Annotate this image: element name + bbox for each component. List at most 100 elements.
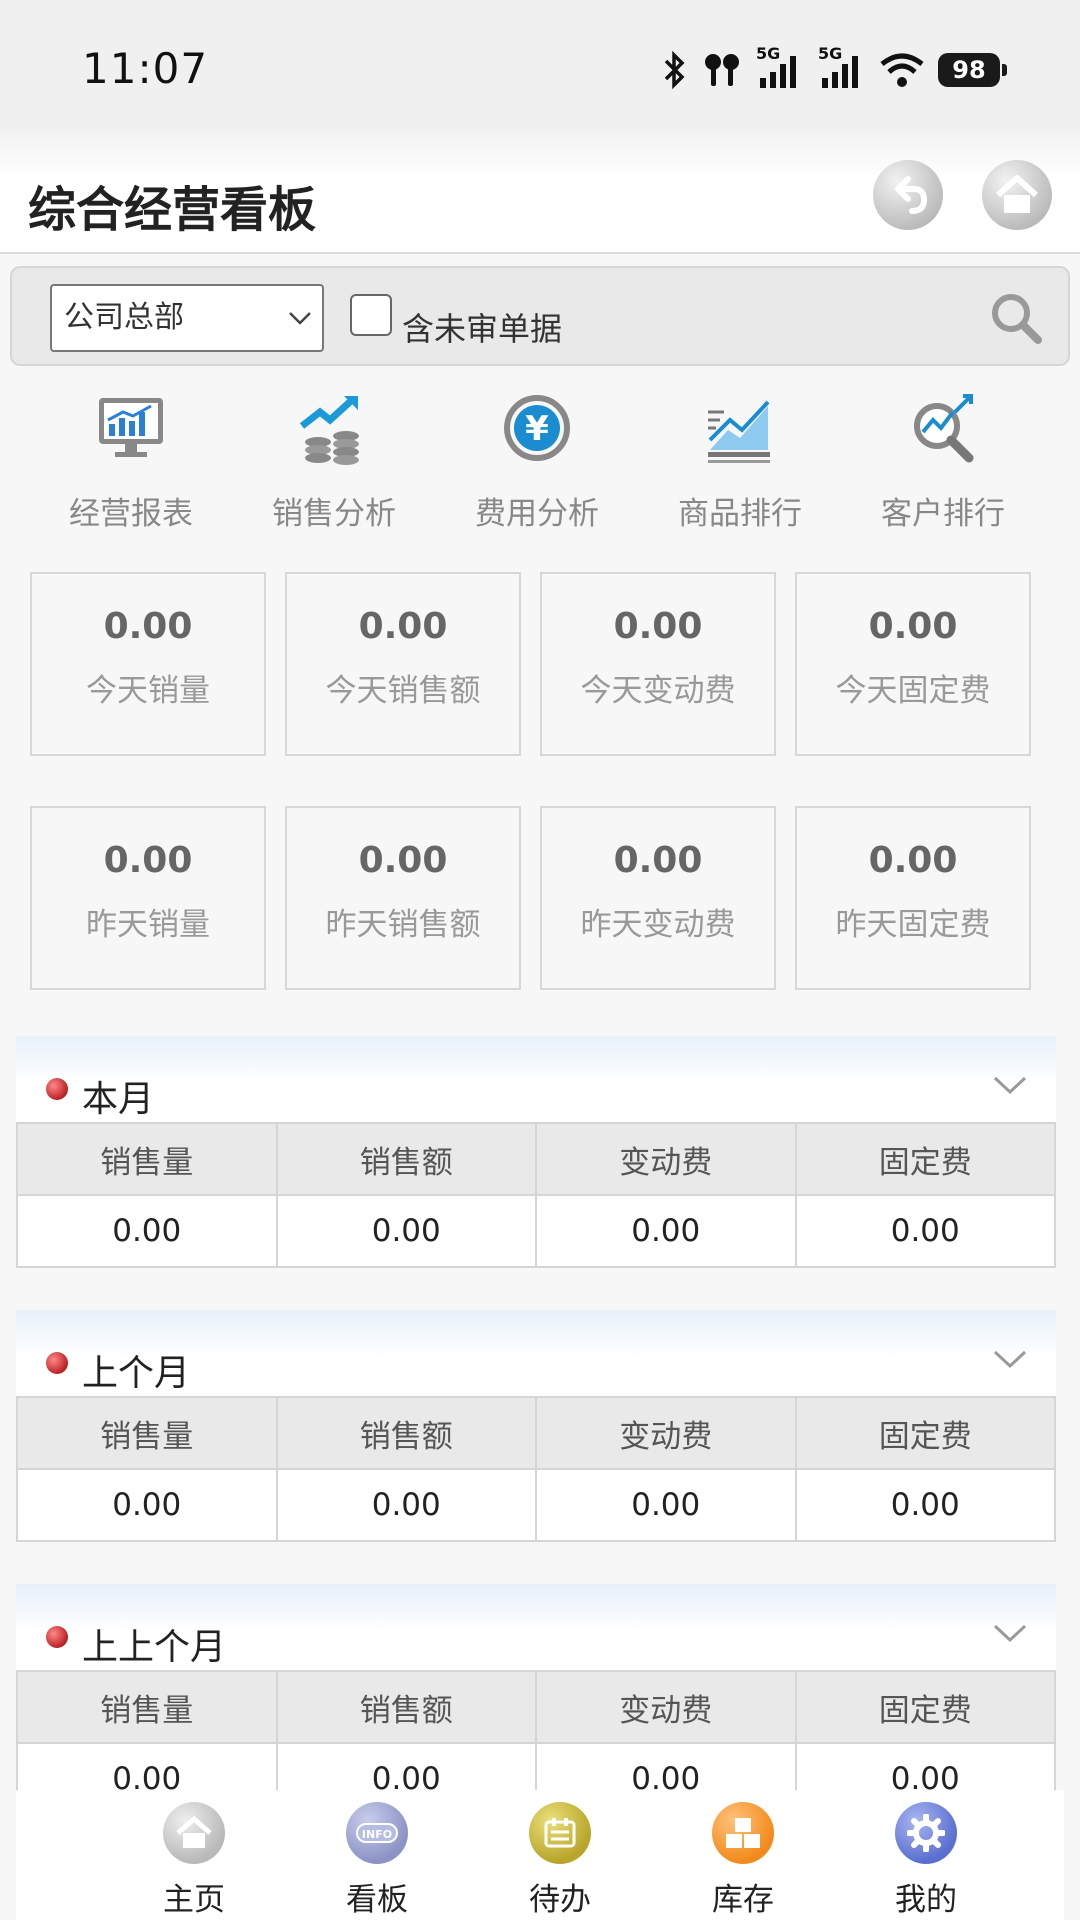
chevron-down-icon[interactable] bbox=[992, 1074, 1028, 1096]
table-cell: 0.00 bbox=[275, 1468, 537, 1542]
stat-value: 0.00 bbox=[868, 606, 958, 647]
stat-card-today-volume[interactable]: 0.00 今天销量 bbox=[30, 572, 266, 756]
column-header: 销售额 bbox=[275, 1122, 537, 1196]
quicknav-item-report[interactable]: 经营报表 bbox=[41, 390, 221, 533]
boxes-icon bbox=[712, 1802, 774, 1864]
stat-label: 今天销售额 bbox=[325, 673, 481, 709]
stat-value: 0.00 bbox=[868, 840, 958, 881]
info-icon: INFO bbox=[346, 1802, 408, 1864]
svg-text:INFO: INFO bbox=[362, 1828, 392, 1841]
bottom-nav-label: 主页 bbox=[163, 1882, 225, 1918]
monitor-chart-icon bbox=[93, 390, 169, 466]
bottom-nav: 主页 INFO 看板 待办 库存 我的 bbox=[16, 1790, 1064, 1920]
stat-card-today-fixed-cost[interactable]: 0.00 今天固定费 bbox=[795, 572, 1031, 756]
section-this-month: 本月 销售量 销售额 变动费 固定费 0.00 0.00 0.00 0.00 bbox=[16, 1036, 1056, 1268]
column-header: 变动费 bbox=[535, 1396, 797, 1470]
table-cell: 0.00 bbox=[16, 1194, 278, 1268]
signal-5g-label-2: 5G bbox=[818, 44, 843, 63]
stat-value: 0.00 bbox=[358, 840, 448, 881]
column-header: 固定费 bbox=[794, 1396, 1056, 1470]
stat-label: 昨天销量 bbox=[86, 907, 210, 943]
stat-card-yesterday-volume[interactable]: 0.00 昨天销量 bbox=[30, 806, 266, 990]
stat-card-today-sales[interactable]: 0.00 今天销售额 bbox=[285, 572, 521, 756]
yen-coin-icon: ¥ bbox=[499, 390, 575, 466]
stat-card-yesterday-variable-cost[interactable]: 0.00 昨天变动费 bbox=[540, 806, 776, 990]
stat-value: 0.00 bbox=[358, 606, 448, 647]
table-cell: 0.00 bbox=[794, 1194, 1056, 1268]
column-header: 销售量 bbox=[16, 1670, 278, 1744]
org-select-value: 公司总部 bbox=[64, 300, 184, 335]
chevron-down-icon[interactable] bbox=[992, 1622, 1028, 1644]
summary-table: 销售量 销售额 变动费 固定费 0.00 0.00 0.00 0.00 bbox=[16, 1122, 1056, 1268]
column-header: 固定费 bbox=[794, 1122, 1056, 1196]
summary-table: 销售量 销售额 变动费 固定费 0.00 0.00 0.00 0.00 bbox=[16, 1396, 1056, 1542]
section-header[interactable]: 上个月 bbox=[16, 1310, 1056, 1396]
stat-card-yesterday-fixed-cost[interactable]: 0.00 昨天固定费 bbox=[795, 806, 1031, 990]
column-header: 销售额 bbox=[275, 1396, 537, 1470]
org-select[interactable]: 公司总部 bbox=[50, 284, 324, 352]
bottom-nav-label: 库存 bbox=[712, 1882, 774, 1918]
stat-label: 今天变动费 bbox=[580, 673, 736, 709]
quicknav-label: 费用分析 bbox=[475, 496, 599, 532]
back-button[interactable] bbox=[873, 160, 943, 230]
stat-value: 0.00 bbox=[103, 840, 193, 881]
bullet-dot-icon bbox=[46, 1352, 68, 1374]
quicknav-item-product-rank[interactable]: 商品排行 bbox=[650, 390, 830, 533]
stat-value: 0.00 bbox=[613, 606, 703, 647]
bottom-nav-label: 看板 bbox=[346, 1882, 408, 1918]
signal-5g-label: 5G bbox=[756, 44, 781, 63]
status-icons: 5G 5G 98 bbox=[662, 44, 1007, 92]
table-cell: 0.00 bbox=[794, 1468, 1056, 1542]
screen: 11:07 5G 5G 98 综合经营看板 公司总部 含未审单据 经营报表 销售… bbox=[0, 0, 1080, 1920]
home-icon bbox=[163, 1802, 225, 1864]
quicknav-item-expense[interactable]: ¥ 费用分析 bbox=[447, 390, 627, 533]
bottom-nav-item-inventory[interactable]: 库存 bbox=[673, 1802, 813, 1919]
bottom-nav-item-board[interactable]: INFO 看板 bbox=[307, 1802, 447, 1919]
todo-icon bbox=[529, 1802, 591, 1864]
signal-5g-icon: 5G bbox=[756, 44, 804, 90]
table-cell: 0.00 bbox=[16, 1468, 278, 1542]
quicknav-label: 销售分析 bbox=[272, 496, 396, 532]
section-title: 上上个月 bbox=[82, 1627, 227, 1668]
table-cell: 0.00 bbox=[535, 1468, 797, 1542]
bottom-nav-item-home[interactable]: 主页 bbox=[124, 1802, 264, 1919]
section-month-before-last: 上上个月 销售量 销售额 变动费 固定费 0.00 0.00 0.00 0.00 bbox=[16, 1584, 1056, 1816]
section-header[interactable]: 上上个月 bbox=[16, 1584, 1056, 1670]
ranking-chart-icon bbox=[702, 390, 778, 466]
quicknav-item-sales[interactable]: 销售分析 bbox=[244, 390, 424, 533]
quicknav-label: 商品排行 bbox=[678, 496, 802, 532]
bottom-nav-item-me[interactable]: 我的 bbox=[856, 1802, 996, 1919]
bottom-nav-item-todo[interactable]: 待办 bbox=[490, 1802, 630, 1919]
chevron-down-icon bbox=[289, 312, 311, 325]
section-title: 本月 bbox=[82, 1079, 155, 1120]
stat-label: 今天固定费 bbox=[835, 673, 991, 709]
quicknav-label: 经营报表 bbox=[69, 496, 193, 532]
filter-bar: 公司总部 含未审单据 bbox=[10, 266, 1070, 366]
customer-search-icon bbox=[905, 390, 981, 466]
stat-label: 昨天固定费 bbox=[835, 907, 991, 943]
back-arrow-icon bbox=[895, 176, 928, 214]
include-unapproved-checkbox[interactable] bbox=[350, 294, 392, 336]
quicknav-label: 客户排行 bbox=[881, 496, 1005, 532]
status-time: 11:07 bbox=[82, 44, 209, 93]
search-button[interactable] bbox=[986, 288, 1046, 348]
section-last-month: 上个月 销售量 销售额 变动费 固定费 0.00 0.00 0.00 0.00 bbox=[16, 1310, 1056, 1542]
include-unapproved-label[interactable]: 含未审单据 bbox=[402, 304, 562, 350]
bottom-nav-label: 我的 bbox=[895, 1882, 957, 1918]
stat-card-today-variable-cost[interactable]: 0.00 今天变动费 bbox=[540, 572, 776, 756]
stat-value: 0.00 bbox=[613, 840, 703, 881]
gear-icon bbox=[895, 1802, 957, 1864]
column-header: 销售额 bbox=[275, 1670, 537, 1744]
section-header[interactable]: 本月 bbox=[16, 1036, 1056, 1122]
table-cell: 0.00 bbox=[275, 1194, 537, 1268]
app-header: 综合经营看板 bbox=[0, 130, 1080, 254]
column-header: 销售量 bbox=[16, 1122, 278, 1196]
chevron-down-icon[interactable] bbox=[992, 1348, 1028, 1370]
home-icon bbox=[995, 175, 1039, 213]
home-button[interactable] bbox=[982, 160, 1052, 230]
quicknav-item-customer-rank[interactable]: 客户排行 bbox=[853, 390, 1033, 533]
search-icon bbox=[992, 294, 1042, 344]
column-header: 固定费 bbox=[794, 1670, 1056, 1744]
bluetooth-icon bbox=[662, 50, 688, 90]
stat-card-yesterday-sales[interactable]: 0.00 昨天销售额 bbox=[285, 806, 521, 990]
